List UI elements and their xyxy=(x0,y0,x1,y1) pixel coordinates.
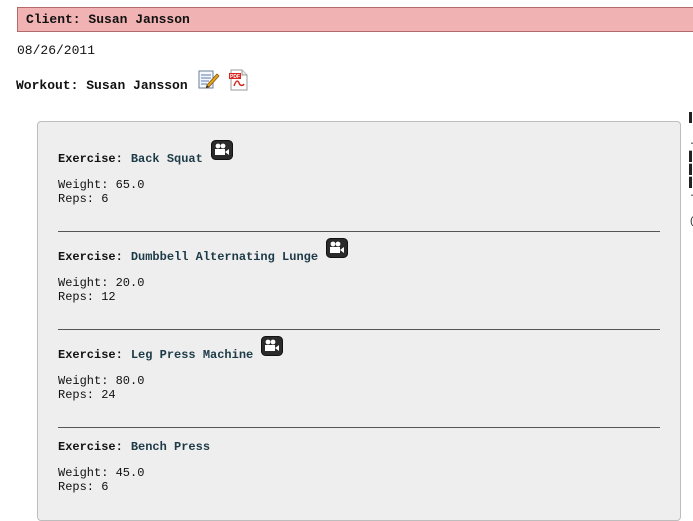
exercise-weight: Weight: 45.0 xyxy=(58,466,145,480)
exercise-item: Exercise: Back Squat Weight: 65.0 Reps: … xyxy=(58,140,660,206)
client-label: Client: xyxy=(26,12,81,27)
video-camera-icon[interactable] xyxy=(326,238,349,258)
edit-notes-icon[interactable] xyxy=(198,70,220,94)
exercise-label: Exercise: xyxy=(58,348,123,362)
exercise-name: Leg Press Machine xyxy=(130,348,254,362)
workout-name: Susan Jansson xyxy=(86,77,188,93)
exercise-label: Exercise: xyxy=(58,152,123,166)
exercise-divider xyxy=(58,231,660,232)
video-camera-icon[interactable] xyxy=(261,336,284,356)
exercise-name: Bench Press xyxy=(130,440,211,454)
exercise-list-panel: Exercise: Back Squat Weight: 65.0 Reps: … xyxy=(37,121,681,521)
exercise-name: Back Squat xyxy=(130,152,203,166)
video-camera-icon[interactable] xyxy=(210,140,233,160)
exercise-item: Exercise: Bench Press Weight: 45.0 Reps:… xyxy=(58,432,660,494)
exercise-label: Exercise: xyxy=(58,250,123,264)
exercise-item: Exercise: Dumbbell Alternating Lunge Wei… xyxy=(58,238,660,304)
exercise-name: Dumbbell Alternating Lunge xyxy=(130,250,319,264)
clipped-right-content: ▌ · ▌ ▌ ▌ · ( xyxy=(689,113,693,228)
client-name: Susan Jansson xyxy=(88,12,190,27)
workout-title: Workout: Susan Jansson PDF xyxy=(16,69,250,97)
exercise-divider xyxy=(58,427,660,428)
exercise-divider xyxy=(58,329,660,330)
exercise-weight: Weight: 65.0 xyxy=(58,178,145,192)
exercise-weight: Weight: 20.0 xyxy=(58,276,145,290)
exercise-reps: Reps: 6 xyxy=(58,480,109,494)
workout-date: 08/26/2011 xyxy=(17,43,96,58)
svg-text:PDF: PDF xyxy=(230,74,240,80)
exercise-weight: Weight: 80.0 xyxy=(58,374,145,388)
exercise-reps: Reps: 24 xyxy=(58,388,116,402)
exercise-item: Exercise: Leg Press Machine Weight: 80.0… xyxy=(58,336,660,402)
client-header-bar: Client: Susan Jansson xyxy=(17,7,693,32)
exercise-reps: Reps: 12 xyxy=(58,290,116,304)
pdf-icon[interactable]: PDF xyxy=(228,69,250,95)
workout-label: Workout: xyxy=(16,77,79,93)
exercise-label: Exercise: xyxy=(58,440,123,454)
exercise-reps: Reps: 6 xyxy=(58,192,109,206)
